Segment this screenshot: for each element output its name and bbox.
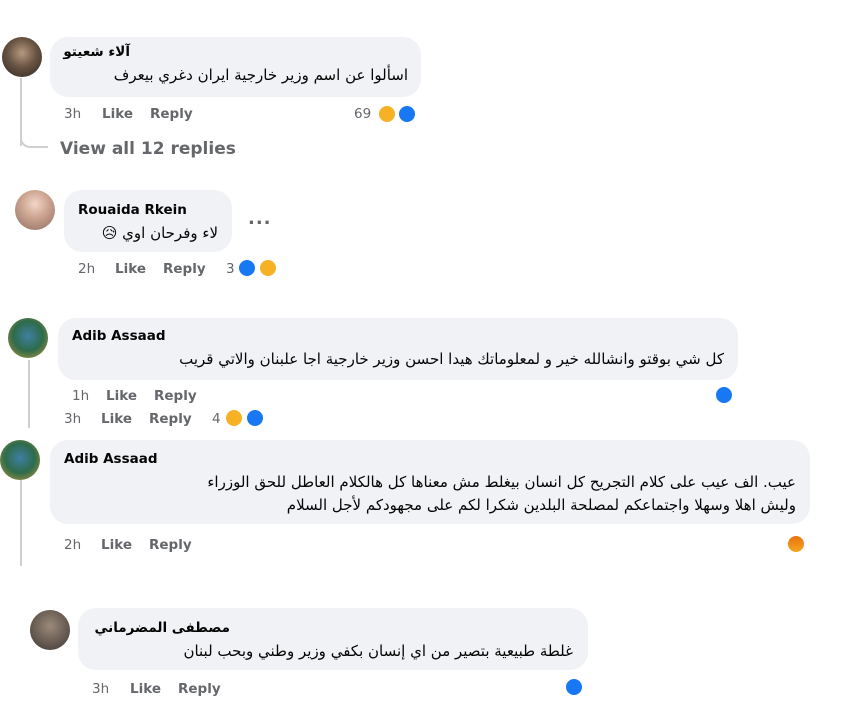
comment-timestamp[interactable]: 1h (72, 388, 89, 404)
reaction-count[interactable]: 4 (212, 411, 221, 427)
comment-author[interactable]: مصطفى المضرماني (30, 620, 231, 636)
like-button[interactable]: Like (101, 537, 132, 553)
angry-icon (786, 534, 806, 554)
like-button[interactable]: Like (101, 411, 132, 427)
thread-line-branch (20, 134, 48, 148)
reply-button[interactable]: Reply (154, 388, 197, 404)
haha-icon (377, 104, 397, 124)
comment-text: كل شي بوقتو وانشالله خير و لمعلوماتك هيد… (179, 350, 724, 368)
reaction-count[interactable]: 69 (354, 106, 371, 122)
like-button[interactable]: Like (130, 681, 161, 697)
comment-author[interactable]: آلاء شعيتو (0, 44, 130, 60)
haha-icon (258, 258, 278, 278)
avatar[interactable] (8, 318, 48, 358)
comment-timestamp[interactable]: 2h (64, 537, 81, 553)
like-button[interactable]: Like (115, 261, 146, 277)
comment-bubble (78, 608, 588, 670)
reaction-count[interactable]: 3 (226, 261, 235, 277)
comment-timestamp[interactable]: 3h (64, 106, 81, 122)
comment-author[interactable]: Rouaida Rkein (78, 202, 187, 218)
like-icon (397, 104, 417, 124)
more-options-button[interactable]: ... (248, 208, 272, 229)
reply-button[interactable]: Reply (149, 537, 192, 553)
comment-timestamp[interactable]: 3h (64, 411, 81, 427)
reply-button[interactable]: Reply (178, 681, 221, 697)
comment-author[interactable]: Adib Assaad (72, 328, 166, 344)
reply-button[interactable]: Reply (149, 411, 192, 427)
comment-timestamp[interactable]: 3h (92, 681, 109, 697)
like-button[interactable]: Like (102, 106, 133, 122)
like-icon (245, 408, 265, 428)
like-icon (237, 258, 257, 278)
avatar[interactable] (15, 190, 55, 230)
comment-author[interactable]: Adib Assaad (64, 451, 158, 467)
view-all-replies-link[interactable]: View all 12 replies (60, 139, 236, 159)
like-icon (714, 385, 734, 405)
haha-icon (224, 408, 244, 428)
like-icon (564, 677, 584, 697)
thread-line (20, 480, 22, 566)
comment-timestamp[interactable]: 2h (78, 261, 95, 277)
comment-text: لاء وفرحان اوي 😥 (101, 224, 218, 242)
thread-line (28, 360, 30, 428)
comment-text-line-1: عيب. الف عيب على كلام التجريح كل انسان ب… (207, 473, 796, 491)
comment-bubble (64, 190, 232, 252)
reply-button[interactable]: Reply (150, 106, 193, 122)
comment-text: اسألوا عن اسم وزير خارجية ايران دغري بيع… (113, 66, 408, 84)
comment-text: غلطة طبيعية بتصير من اي إنسان بكفي وزير … (183, 642, 573, 660)
reply-button[interactable]: Reply (163, 261, 206, 277)
like-button[interactable]: Like (106, 388, 137, 404)
comment-text-line-2: وليش اهلا وسهلا واجتماعكم لمصلحة البلدين… (286, 496, 796, 514)
avatar[interactable] (0, 440, 40, 480)
